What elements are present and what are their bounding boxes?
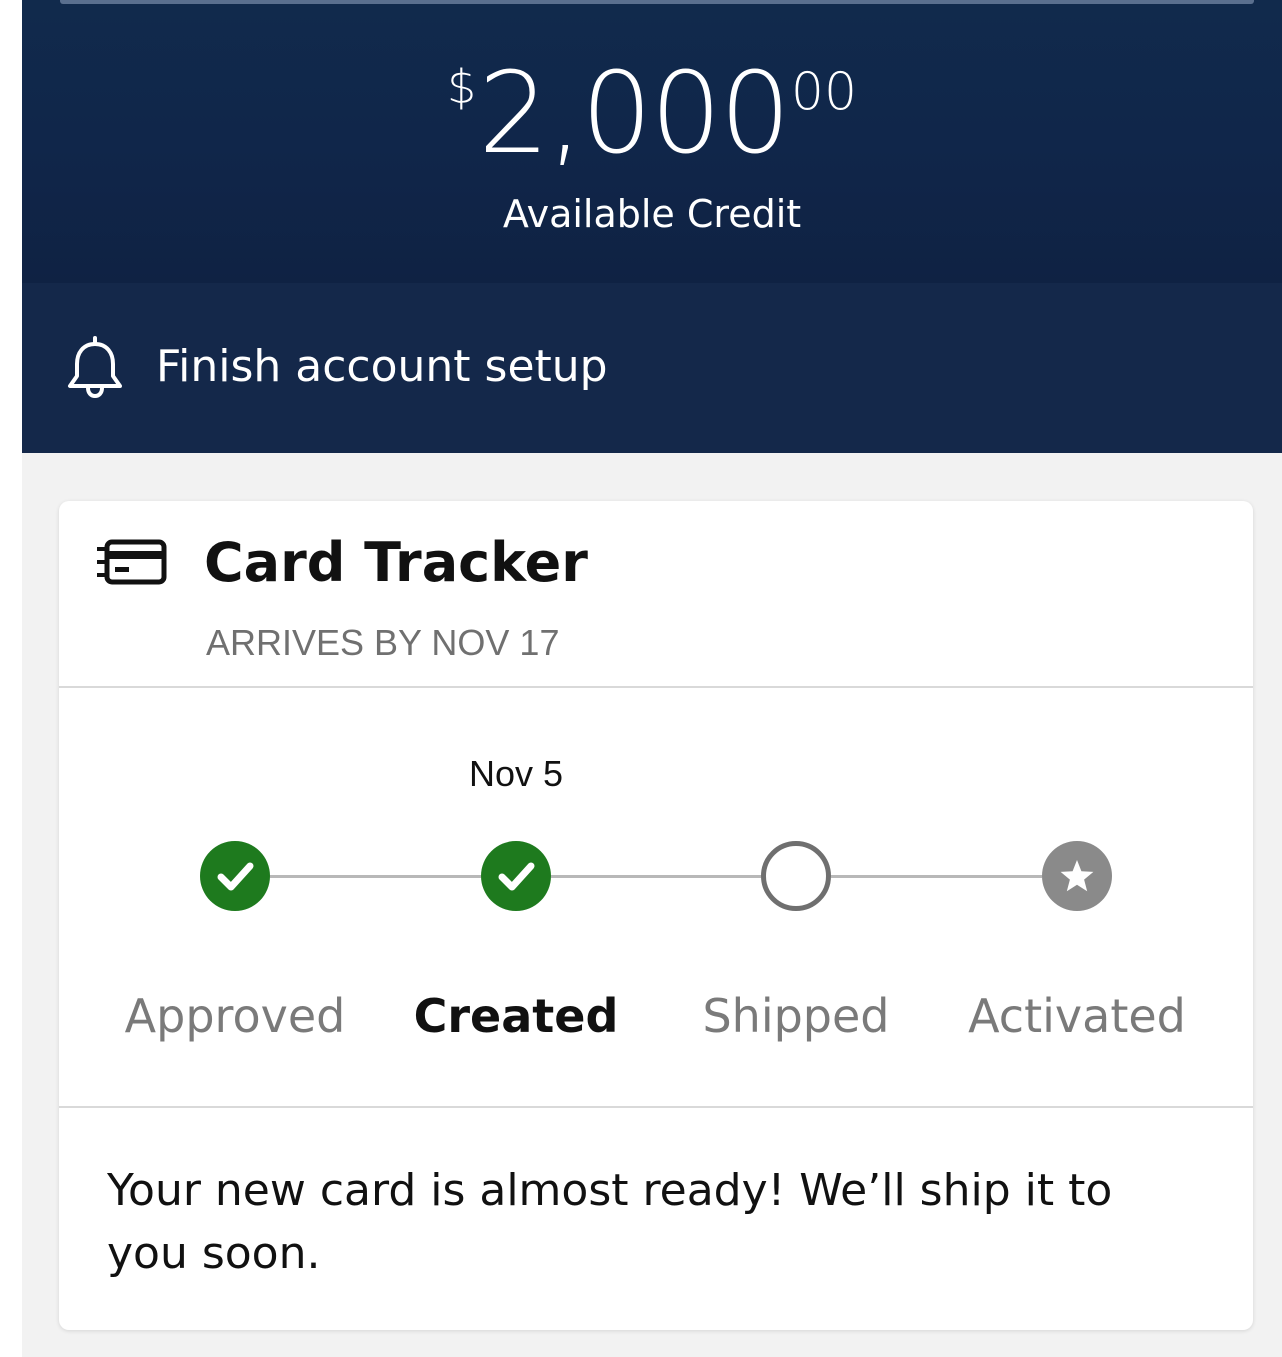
step-label-created: Created [413,989,619,1043]
app-screen: $2,00000 Available Credit Finish account… [22,0,1282,1357]
step-label-approved: Approved [124,989,346,1043]
header-top-edge [60,0,1254,4]
credit-card-icon [97,539,167,585]
step-label-activated: Activated [968,989,1186,1043]
star-icon [1060,860,1094,892]
bell-icon [68,336,122,399]
progress-connector [270,875,481,878]
available-credit-amount: $2,00000 [22,58,1282,170]
finish-account-setup-label: Finish account setup [156,341,608,392]
section-divider [59,686,1253,688]
step-date-created: Nov 5 [468,753,564,794]
section-divider [59,1106,1253,1108]
available-credit-header: $2,00000 Available Credit [22,0,1282,283]
available-credit-label: Available Credit [502,192,802,236]
currency-symbol: $ [446,60,477,114]
card-tracker-panel: Card Tracker ARRIVES BY NOV 17 Your new … [59,501,1253,1330]
finish-account-setup-banner[interactable]: Finish account setup [22,283,1282,453]
progress-connector [551,875,761,878]
progress-connector [831,875,1042,878]
step-indicator-created [481,841,551,911]
step-indicator-shipped [761,841,831,911]
check-icon [498,862,535,891]
check-icon [217,862,254,891]
card-status-message: Your new card is almost ready! We’ll shi… [107,1165,1113,1279]
step-label-shipped: Shipped [702,989,890,1043]
card-tracker-title: Card Tracker [204,531,588,594]
arrival-estimate: ARRIVES BY NOV 17 [206,622,560,663]
step-indicator-activated [1042,841,1112,911]
step-indicator-approved [200,841,270,911]
amount-cents: 00 [790,62,858,122]
amount-dollars: 2,000 [478,49,791,179]
